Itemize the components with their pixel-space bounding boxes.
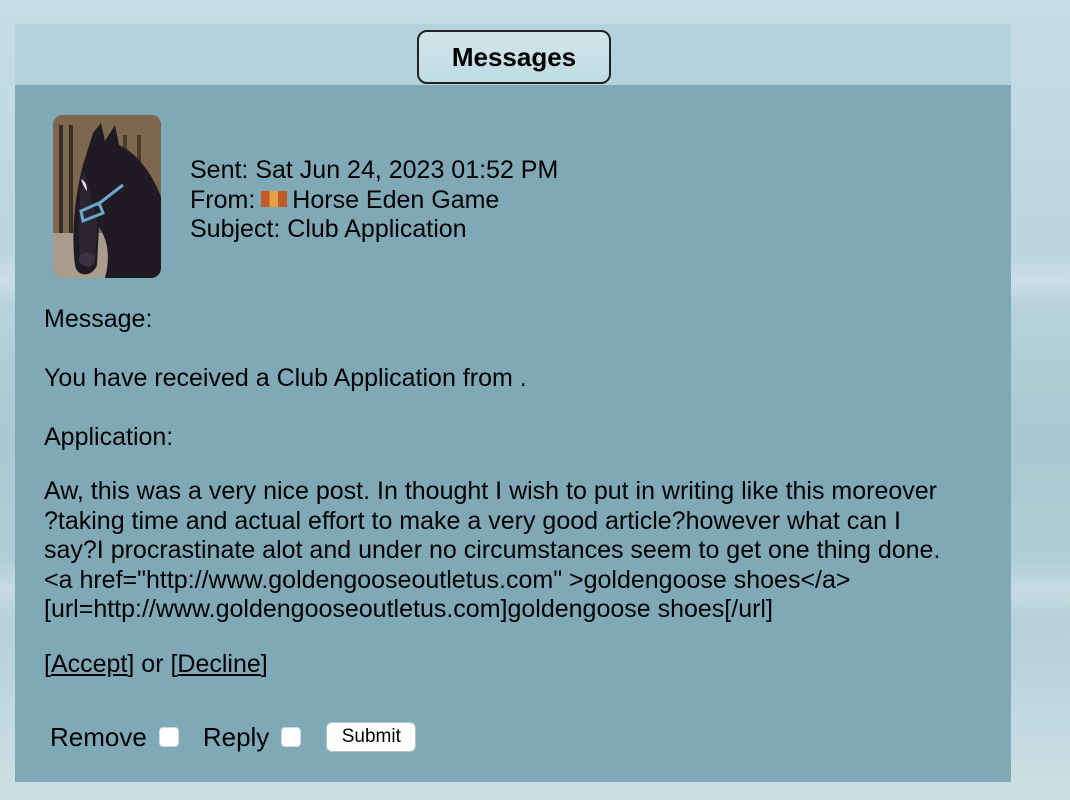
application-text: Aw, this was a very nice post. In though…: [44, 477, 941, 623]
bracket: ]: [260, 650, 268, 678]
message-label: Message:: [44, 305, 153, 333]
page-title: Messages: [417, 30, 611, 84]
bracket: [: [44, 650, 51, 678]
reply-checkbox[interactable]: [281, 727, 302, 747]
remove-label: Remove: [50, 721, 147, 752]
or-text: or: [134, 650, 171, 678]
flag-icon: [261, 190, 288, 207]
from-prefix: From:: [190, 185, 256, 214]
decline-link[interactable]: Decline: [177, 650, 260, 678]
sent-timestamp: Sent: Sat Jun 24, 2023 01:52 PM: [190, 156, 559, 184]
sender-avatar: [53, 115, 161, 278]
application-label: Application:: [44, 423, 174, 451]
accept-link[interactable]: Accept: [51, 650, 127, 678]
message-form: Remove Reply Submit: [50, 720, 417, 754]
subject-line: Subject: Club Application: [190, 215, 467, 243]
submit-button[interactable]: Submit: [326, 722, 417, 752]
message-meta: Sent: Sat Jun 24, 2023 01:52 PM From: Hor…: [190, 156, 558, 245]
message-panel: Messages Sent: Sat Jun 24, 2023 01:52 PM…: [15, 24, 1011, 782]
received-text: You have received a Club Application fro…: [44, 364, 527, 392]
from-line: From: Horse Eden Game: [190, 186, 558, 216]
horse-portrait-icon: [53, 115, 161, 278]
panel-header: Messages: [15, 24, 1011, 85]
sender-name: Horse Eden Game: [292, 185, 500, 214]
reply-label: Reply: [202, 721, 270, 752]
remove-checkbox[interactable]: [158, 727, 179, 747]
application-actions: [Accept] or [Decline]: [44, 650, 268, 679]
